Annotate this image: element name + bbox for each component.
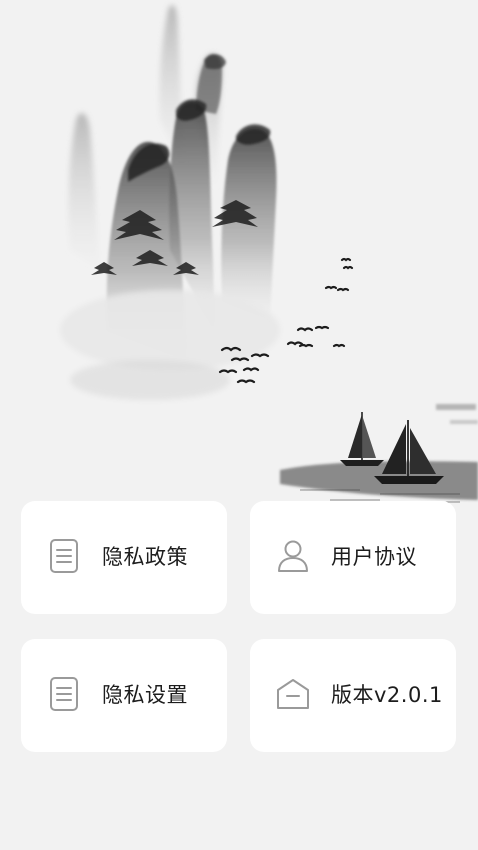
privacy-settings-button[interactable]: 隐私设置 <box>21 639 227 752</box>
ink-landscape-illustration <box>0 0 478 510</box>
user-agreement-label: 用户协议 <box>331 545 417 569</box>
settings-page: 隐私政策 用户协议 隐私设置 版本v2.0.1 <box>0 0 478 850</box>
user-icon <box>276 538 310 574</box>
user-agreement-button[interactable]: 用户协议 <box>250 501 456 614</box>
mist <box>60 290 280 400</box>
privacy-settings-label: 隐私设置 <box>102 683 188 707</box>
distant-shore <box>280 404 478 500</box>
document-icon <box>47 676 81 712</box>
box-icon <box>276 676 310 712</box>
privacy-policy-button[interactable]: 隐私政策 <box>21 501 227 614</box>
privacy-policy-label: 隐私政策 <box>102 545 188 569</box>
document-icon <box>47 538 81 574</box>
version-button[interactable]: 版本v2.0.1 <box>250 639 456 752</box>
version-label: 版本v2.0.1 <box>331 683 443 707</box>
ink-landscape-image <box>60 4 478 503</box>
